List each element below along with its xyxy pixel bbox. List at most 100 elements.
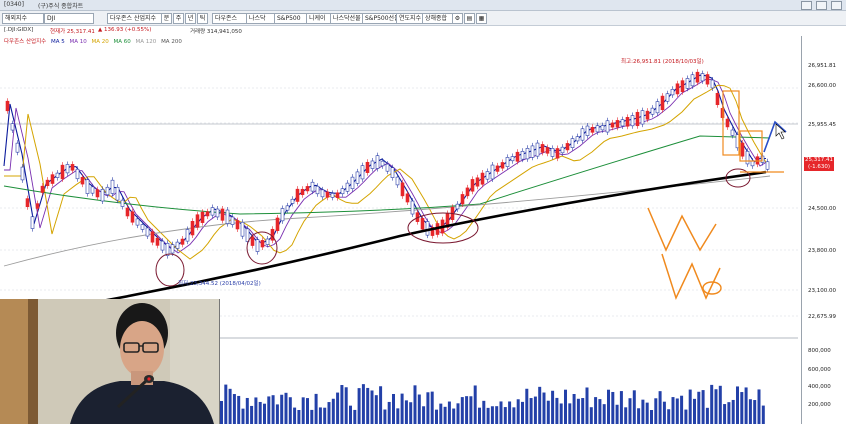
period-minute-button[interactable]: 분 bbox=[161, 13, 172, 24]
print-icon[interactable]: ▤ bbox=[464, 13, 475, 24]
minimize-icon[interactable] bbox=[801, 1, 813, 10]
candle bbox=[460, 194, 465, 205]
candle bbox=[310, 181, 315, 192]
volume-bar bbox=[409, 402, 413, 424]
candle bbox=[175, 241, 180, 249]
volume-bar bbox=[323, 407, 327, 424]
symbol-code: [.DJI:GIDX] bbox=[4, 27, 34, 33]
quick-nasdaq-futures-button[interactable]: 나스닥선물 bbox=[330, 13, 364, 24]
candle bbox=[765, 161, 770, 170]
volume-bar bbox=[280, 394, 284, 424]
axis-tick: 25,955.45 bbox=[808, 122, 836, 128]
candle bbox=[620, 119, 625, 127]
maximize-icon[interactable] bbox=[816, 1, 828, 10]
candle bbox=[375, 155, 380, 169]
volume-bar bbox=[525, 388, 529, 424]
candle bbox=[315, 185, 320, 195]
legend-ma60: MA 60 bbox=[113, 39, 131, 45]
candle bbox=[160, 240, 165, 251]
volume-bar bbox=[740, 392, 744, 424]
volume-bar bbox=[637, 408, 641, 424]
symbol-search-input[interactable]: DJI bbox=[44, 13, 94, 24]
volume-bar bbox=[650, 409, 653, 424]
volume-bar bbox=[469, 396, 473, 424]
candle bbox=[110, 179, 115, 194]
candle bbox=[370, 160, 375, 169]
volume-bar bbox=[645, 402, 649, 424]
volume-bar bbox=[624, 407, 628, 424]
period-tick-button[interactable]: 틱 bbox=[197, 13, 208, 24]
period-year-button[interactable]: 년 bbox=[185, 13, 196, 24]
volume-bar bbox=[546, 400, 550, 424]
quick-dow-button[interactable]: 다우존스 bbox=[212, 13, 248, 24]
volume-bar bbox=[413, 385, 417, 424]
volume-bar bbox=[564, 389, 567, 424]
volume-bar bbox=[245, 397, 249, 424]
candle bbox=[325, 191, 330, 198]
candle bbox=[405, 193, 410, 203]
candle bbox=[745, 150, 750, 165]
candle bbox=[535, 142, 540, 157]
candle bbox=[410, 200, 415, 215]
candle bbox=[130, 211, 135, 223]
current-price-badge: 25,317.41 (-1.630) bbox=[804, 157, 834, 171]
volume-bar bbox=[297, 409, 301, 424]
candle bbox=[490, 164, 495, 180]
volume-bar bbox=[671, 397, 675, 424]
candle bbox=[615, 120, 620, 128]
candle bbox=[400, 182, 405, 197]
volume-tick: 200,000 bbox=[808, 402, 831, 408]
quick-shanghai-button[interactable]: 상해종합 bbox=[422, 13, 454, 24]
volume-bar bbox=[538, 386, 542, 424]
volume-tick: 600,000 bbox=[808, 367, 831, 373]
legend-title: 다우존스 산업지수 bbox=[4, 39, 47, 45]
candle bbox=[395, 176, 400, 186]
candle bbox=[520, 150, 525, 160]
volume-bar bbox=[353, 409, 357, 424]
quick-nasdaq-button[interactable]: 나스닥 bbox=[246, 13, 276, 24]
candle bbox=[590, 126, 595, 133]
volume-bar bbox=[379, 386, 383, 424]
volume-bar bbox=[710, 384, 714, 424]
price-change-text: ▲ 136.93 (+0.55%) bbox=[98, 27, 152, 33]
volume-bar bbox=[581, 398, 585, 424]
index-category-select[interactable]: 해외지수 bbox=[2, 13, 44, 24]
volume-bar bbox=[426, 392, 430, 424]
settings-icon[interactable]: ⚙ bbox=[452, 13, 463, 24]
candle bbox=[170, 244, 175, 254]
candle bbox=[105, 186, 110, 196]
candle bbox=[40, 185, 45, 193]
candle bbox=[730, 129, 735, 136]
candle bbox=[150, 231, 155, 243]
quick-sp500-button[interactable]: S&P500 bbox=[274, 13, 308, 24]
candle bbox=[275, 217, 280, 231]
candle bbox=[85, 179, 90, 194]
candle bbox=[385, 163, 390, 172]
volume-bar bbox=[220, 400, 223, 424]
volume-bar bbox=[705, 407, 709, 424]
candle bbox=[145, 227, 150, 237]
candle bbox=[480, 172, 485, 185]
candle bbox=[335, 192, 340, 198]
volume-bar bbox=[675, 398, 679, 424]
volume-bar bbox=[327, 402, 331, 424]
candle bbox=[195, 214, 200, 228]
candle bbox=[95, 189, 100, 198]
close-icon[interactable] bbox=[831, 1, 842, 10]
quick-india-button[interactable]: 연도지수 bbox=[396, 13, 424, 24]
axis-tick: 23,800.00 bbox=[808, 248, 836, 254]
quick-sp500-futures-button[interactable]: S&P500선물 bbox=[362, 13, 398, 24]
grid-icon[interactable]: ▦ bbox=[476, 13, 487, 24]
volume-bar bbox=[396, 408, 400, 424]
w-pattern-drawing bbox=[647, 207, 717, 252]
candle bbox=[125, 207, 130, 217]
candle bbox=[660, 95, 665, 111]
candle bbox=[65, 164, 70, 174]
candle bbox=[180, 238, 185, 245]
period-week-button[interactable]: 주 bbox=[173, 13, 184, 24]
volume-bar bbox=[680, 395, 684, 424]
candle bbox=[600, 125, 605, 131]
candle bbox=[90, 186, 95, 194]
axis-tick: 26,951.81 bbox=[808, 63, 836, 69]
quick-nikkei-button[interactable]: 니케이 bbox=[306, 13, 332, 24]
